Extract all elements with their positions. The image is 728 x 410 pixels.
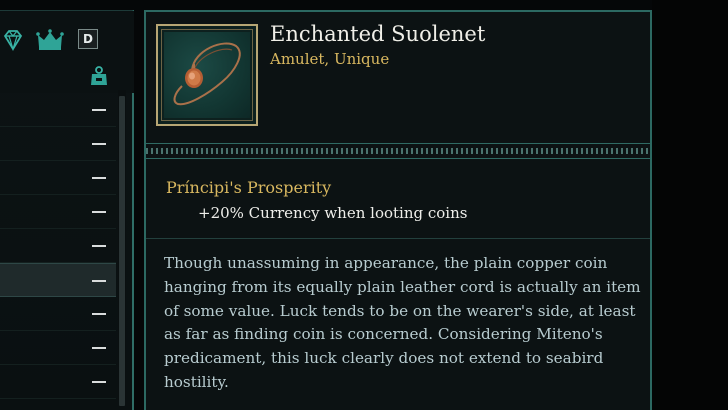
- item-type: Amulet, Unique: [270, 50, 390, 68]
- list-item[interactable]: [0, 93, 116, 127]
- list-item[interactable]: [0, 297, 116, 331]
- crown-icon[interactable]: [36, 29, 64, 51]
- weight-icon: [91, 66, 107, 85]
- empty-slot-dash: [92, 313, 106, 315]
- perk-effect: +20% Currency when looting coins: [198, 204, 468, 222]
- ornamental-divider: [146, 142, 650, 160]
- empty-slot-dash: [92, 381, 106, 383]
- gem-icon[interactable]: [2, 29, 24, 51]
- list-item[interactable]: [0, 365, 116, 399]
- empty-slot-dash: [92, 109, 106, 111]
- list-item[interactable]: [0, 229, 116, 263]
- item-detail-panel: Enchanted Suolenet Amulet, Unique Prínci…: [144, 10, 652, 410]
- perk-title: Príncipi's Prosperity: [166, 178, 332, 197]
- empty-slot-dash: [92, 280, 106, 282]
- inventory-scrollbar[interactable]: [118, 90, 126, 406]
- list-item[interactable]: [0, 331, 116, 365]
- list-item-selected[interactable]: [0, 263, 116, 297]
- inventory-list: [0, 93, 134, 410]
- d-key-badge: D: [78, 29, 98, 49]
- list-item[interactable]: [0, 195, 116, 229]
- item-portrait: [156, 24, 258, 126]
- amulet-coin-icon: [173, 42, 241, 106]
- inventory-header: D: [0, 11, 134, 93]
- item-lore: Though unassuming in appearance, the pla…: [164, 254, 641, 391]
- inventory-panel: D: [0, 10, 134, 410]
- empty-slot-dash: [92, 177, 106, 179]
- empty-slot-dash: [92, 143, 106, 145]
- empty-slot-dash: [92, 211, 106, 213]
- empty-slot-dash: [92, 245, 106, 247]
- background-edge: [652, 0, 728, 410]
- list-item[interactable]: [0, 127, 116, 161]
- scrollbar-thumb[interactable]: [119, 96, 125, 406]
- empty-slot-dash: [92, 347, 106, 349]
- item-name: Enchanted Suolenet: [270, 22, 486, 46]
- section-divider: [146, 238, 650, 239]
- list-item[interactable]: [0, 161, 116, 195]
